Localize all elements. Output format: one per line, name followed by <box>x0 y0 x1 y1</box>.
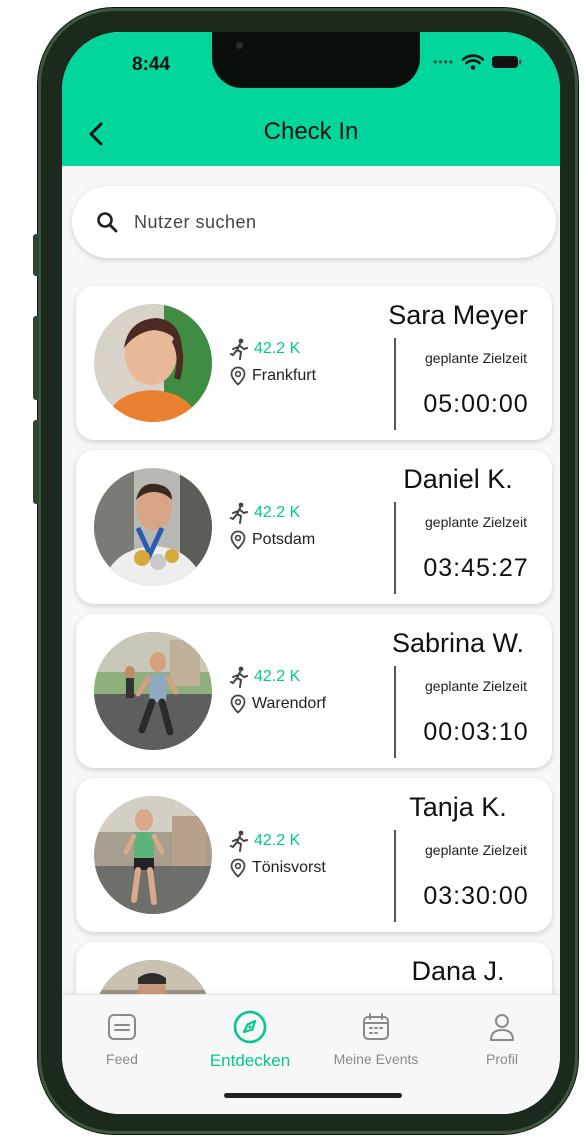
planned-time-label: geplante Zielzeit <box>425 514 527 530</box>
runner-icon <box>230 830 248 852</box>
nav-label: Meine Events <box>333 1051 419 1067</box>
home-indicator <box>224 1093 402 1098</box>
planned-time-value: 03:45:27 <box>423 554 529 582</box>
distance-value: 42.2 K <box>254 832 301 849</box>
runner-name: Tanja K. <box>409 792 507 822</box>
compass-icon <box>233 1010 267 1044</box>
checkin-card[interactable]: Daniel K. 42.2 K Potsdam geplante Zielze… <box>76 450 552 604</box>
camera-icon <box>236 42 243 49</box>
checkin-card[interactable]: Sabrina W. 42.2 K Warendorf geplante Zie… <box>76 614 552 768</box>
planned-time-label: geplante Zielzeit <box>425 842 527 858</box>
location-pin-icon <box>230 858 246 878</box>
checkin-card[interactable]: Tanja K. 42.2 K Tönisvorst geplante Ziel… <box>76 778 552 932</box>
location-value: Warendorf <box>252 695 327 712</box>
avatar <box>94 632 212 750</box>
calendar-icon <box>363 1013 389 1040</box>
distance-value: 42.2 K <box>254 340 301 357</box>
planned-time-label: geplante Zielzeit <box>425 350 527 366</box>
app-screen: 8:44 •••• Check In Nutzer suchen Sara Me… <box>62 32 560 1114</box>
nav-item-entdecken[interactable]: Entdecken <box>190 1009 310 1071</box>
notch <box>212 32 420 88</box>
runner-icon <box>230 666 248 688</box>
planned-time-value: 03:30:00 <box>423 882 529 910</box>
signal-icon: •••• <box>433 55 454 69</box>
nav-label: Entdecken <box>209 1051 291 1070</box>
feed-icon <box>108 1014 136 1040</box>
card-divider <box>394 830 396 922</box>
status-time: 8:44 <box>132 54 171 75</box>
card-divider <box>394 666 396 758</box>
location-row: Potsdam <box>230 530 315 550</box>
distance-value: 42.2 K <box>254 504 301 521</box>
location-pin-icon <box>230 530 246 550</box>
volume-down-button <box>33 420 39 504</box>
nav-item-meine-events[interactable]: Meine Events <box>316 1009 436 1067</box>
nav-label: Profil <box>486 1051 518 1067</box>
volume-up-button <box>33 316 39 400</box>
avatar <box>94 468 212 586</box>
runner-name: Sabrina W. <box>391 628 525 658</box>
search-bar[interactable] <box>72 186 556 258</box>
bottom-navigation: Feed Entdecken Meine Events Profil <box>62 994 560 1114</box>
runner-icon <box>230 502 248 524</box>
app-header: 8:44 •••• Check In <box>62 32 560 166</box>
runner-name: Dana J. <box>411 956 505 986</box>
search-icon <box>97 212 118 233</box>
distance-row: 42.2 K <box>230 338 300 360</box>
location-pin-icon <box>230 366 246 386</box>
card-divider <box>394 338 396 430</box>
profile-icon <box>490 1014 514 1041</box>
planned-time-value: 00:03:10 <box>423 718 529 746</box>
planned-time-value: 05:00:00 <box>423 390 529 418</box>
distance-value: 42.2 K <box>254 668 301 685</box>
nav-item-feed[interactable]: Feed <box>62 1009 182 1067</box>
location-row: Tönisvorst <box>230 858 326 878</box>
location-value: Frankfurt <box>252 367 317 384</box>
page-title: Check In <box>263 118 359 145</box>
status-icons: •••• <box>433 54 522 70</box>
location-pin-icon <box>230 694 246 714</box>
nav-label: Feed <box>106 1051 138 1067</box>
location-row: Frankfurt <box>230 366 316 386</box>
location-row: Warendorf <box>230 694 326 714</box>
battery-icon <box>492 56 522 68</box>
mute-switch <box>33 234 39 276</box>
distance-row: 42.2 K <box>230 666 300 688</box>
distance-row: 42.2 K <box>230 502 300 524</box>
wifi-icon <box>462 54 484 70</box>
location-value: Potsdam <box>252 531 316 548</box>
runner-name: Sara Meyer <box>388 300 528 330</box>
runner-icon <box>230 338 248 360</box>
card-divider <box>394 502 396 594</box>
distance-row: 42.2 K <box>230 830 300 852</box>
location-value: Tönisvorst <box>252 859 326 876</box>
search-input[interactable] <box>134 211 514 233</box>
checkin-card[interactable]: Sara Meyer 42.2 K Frankfurt geplante Zie… <box>76 286 552 440</box>
avatar <box>94 304 212 422</box>
avatar <box>94 796 212 914</box>
runner-name: Daniel K. <box>403 464 513 494</box>
nav-item-profil[interactable]: Profil <box>442 1009 560 1067</box>
planned-time-label: geplante Zielzeit <box>425 678 527 694</box>
